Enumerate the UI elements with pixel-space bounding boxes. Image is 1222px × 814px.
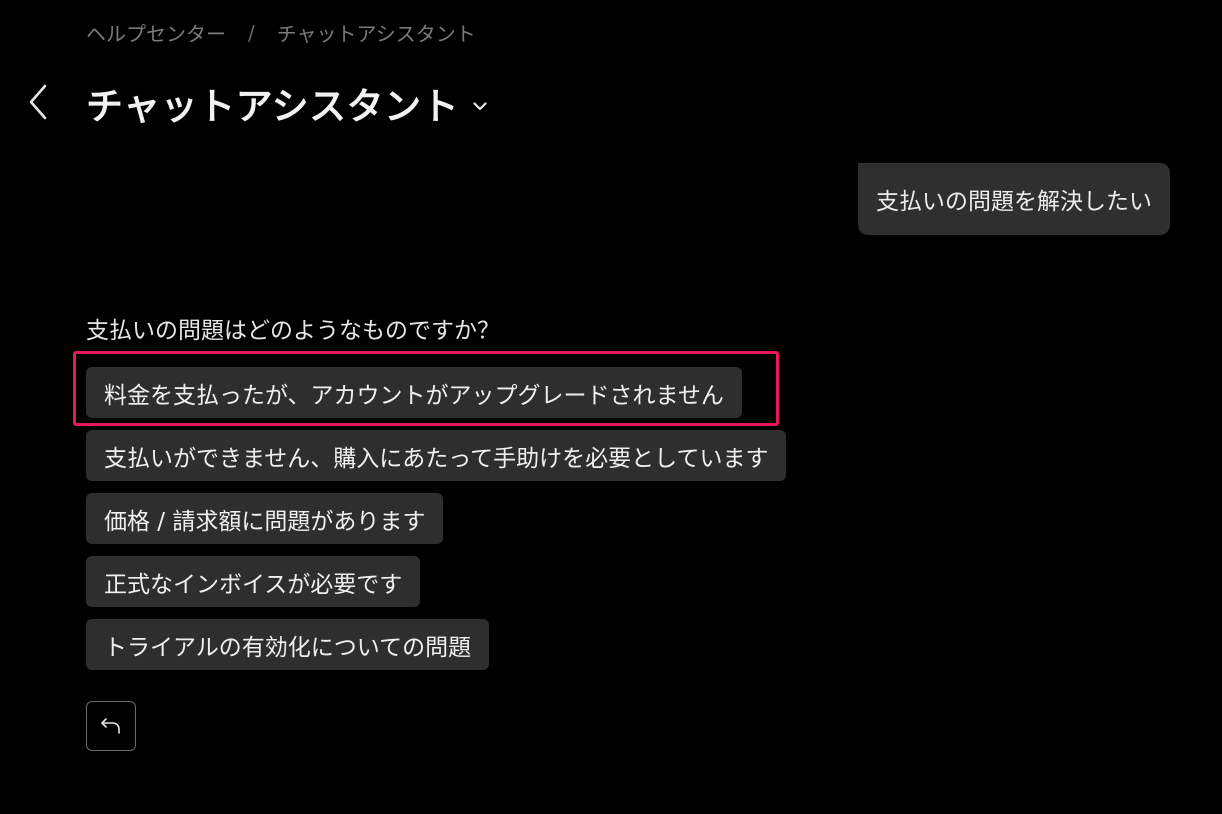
title-row: チャットアシスタント xyxy=(86,76,491,130)
chat-assistant-page: ヘルプセンター / チャットアシスタント チャットアシスタント 支払いの問題を解… xyxy=(0,0,1222,814)
assistant-question: 支払いの問題はどのようなものですか？ xyxy=(86,318,500,344)
option-pricing-issue[interactable]: 価格 / 請求額に問題があります xyxy=(86,493,444,544)
title-dropdown-button[interactable] xyxy=(473,99,491,113)
option-trial-activation[interactable]: トライアルの有効化についての問題 xyxy=(86,619,490,670)
chevron-down-icon xyxy=(473,101,487,110)
page-title: チャットアシスタント xyxy=(86,85,460,128)
breadcrumb-item-help-center[interactable]: ヘルプセンター xyxy=(86,18,226,47)
option-cannot-pay[interactable]: 支払いができません、購入にあたって手助けを必要としています xyxy=(86,430,787,481)
option-formal-invoice[interactable]: 正式なインボイスが必要です xyxy=(86,556,421,607)
breadcrumb: ヘルプセンター / チャットアシスタント xyxy=(86,18,476,47)
undo-arrow-icon xyxy=(101,718,120,734)
option-paid-not-upgraded[interactable]: 料金を支払ったが、アカウントがアップグレードされません xyxy=(86,367,742,418)
breadcrumb-separator: / xyxy=(248,20,255,45)
back-button[interactable] xyxy=(22,82,54,122)
user-message-text: 支払いの問題を解決したい xyxy=(876,189,1152,215)
chevron-left-icon xyxy=(29,84,47,120)
user-message-bubble: 支払いの問題を解決したい xyxy=(858,163,1170,235)
breadcrumb-item-chat-assistant: チャットアシスタント xyxy=(276,22,476,46)
undo-button[interactable] xyxy=(86,701,136,751)
option-list: 料金を支払ったが、アカウントがアップグレードされません 支払いができません、購入… xyxy=(86,367,787,682)
